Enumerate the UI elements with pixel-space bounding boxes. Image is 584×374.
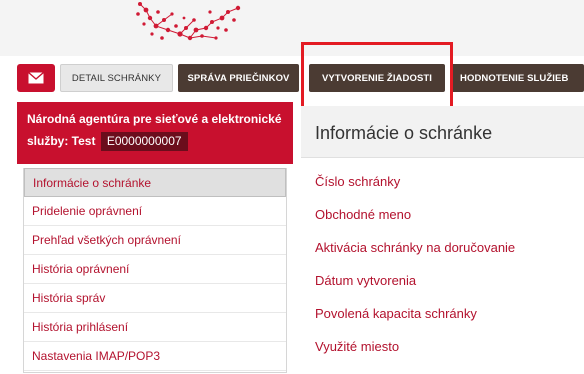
page-title: Informácie o schránke	[301, 106, 584, 158]
sidebar-item-historia-sprav[interactable]: História správ	[24, 284, 286, 313]
field-kapacita: Povolená kapacita schránky	[315, 306, 477, 321]
field-obchodne-meno: Obchodné meno	[315, 207, 412, 222]
tab-detail-schranky[interactable]: DETAIL SCHRÁNKY	[60, 64, 173, 92]
tab-hodnotenie-sluzieb[interactable]: HODNOTENIE SLUŽIEB	[451, 64, 584, 92]
sidebar-item-imap-pop3[interactable]: Nastavenia IMAP/POP3	[24, 342, 286, 371]
sidebar-menu: Informácie o schránke Pridelenie oprávne…	[23, 168, 287, 373]
field-datum-vytvorenia: Dátum vytvorenia	[315, 273, 417, 288]
field-vyuzite-miesto: Využité miesto	[315, 339, 400, 354]
top-header-band	[0, 0, 584, 56]
mailbox-button[interactable]	[17, 64, 55, 92]
sidebar-item-historia-opravneni[interactable]: História oprávnení	[24, 255, 286, 284]
snowflake-ornament-logo	[136, 2, 241, 41]
tab-sprava-priecinkov[interactable]: SPRÁVA PRIEČINKOV	[178, 64, 299, 92]
envelope-icon	[28, 72, 44, 84]
sidebar-item-prehlad[interactable]: Prehľad všetkých oprávnení	[24, 226, 286, 255]
field-cislo-schranky: Číslo schránky	[315, 174, 401, 189]
mailbox-owner-header: Národná agentúra pre sieťové a elektroni…	[17, 102, 293, 164]
sidebar-item-pridelenie[interactable]: Pridelenie oprávnení	[24, 197, 286, 226]
sidebar-item-informacie[interactable]: Informácie o schránke	[24, 168, 286, 197]
highlight-annotation	[301, 42, 453, 109]
field-aktivacia: Aktivácia schránky na doručovanie	[315, 240, 516, 255]
sidebar-item-historia-prihlaseni[interactable]: História prihlásení	[24, 313, 286, 342]
info-field-list: Číslo schránky Obchodné meno Aktivácia s…	[301, 168, 584, 366]
box-id-badge: E0000000007	[100, 132, 188, 151]
